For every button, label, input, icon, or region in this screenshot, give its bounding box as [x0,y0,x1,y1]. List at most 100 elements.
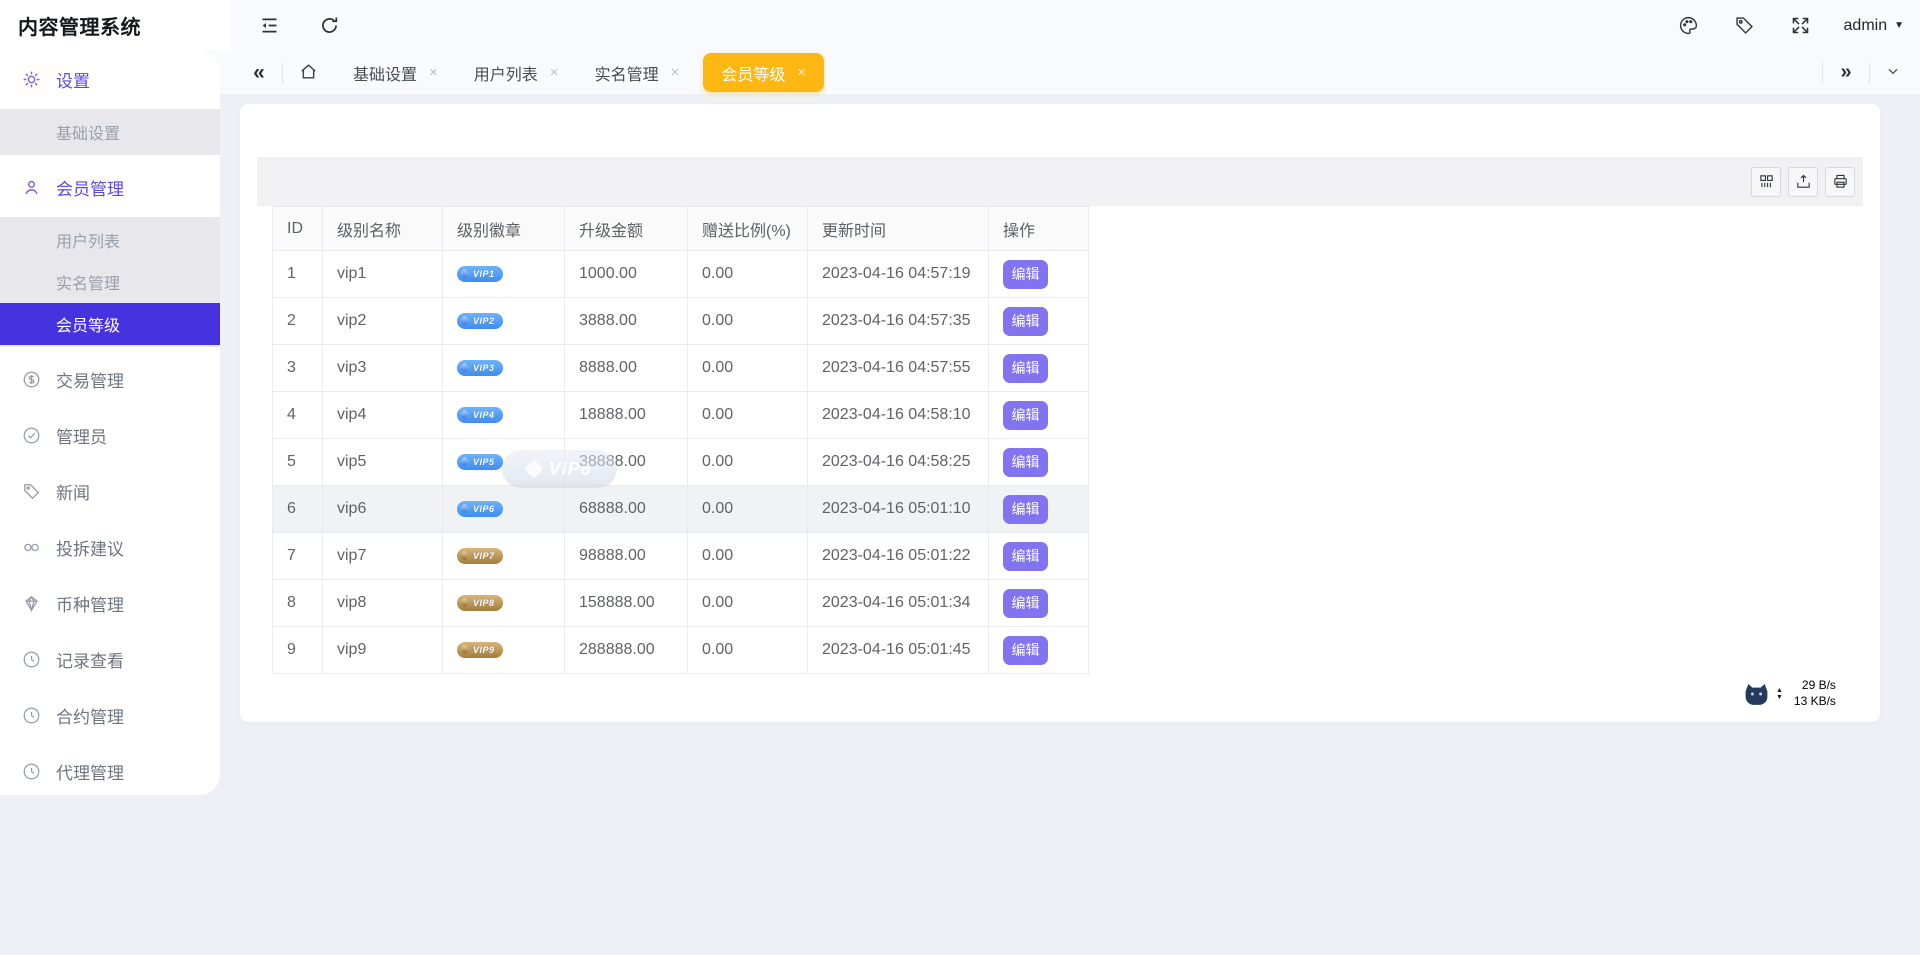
tab[interactable]: 基础设置 × [335,51,456,94]
cell-action: 编辑 [989,627,1089,674]
tab-close-icon[interactable]: × [671,64,680,81]
sidebar-group[interactable]: 记录查看 [0,639,220,679]
sidebar-group[interactable]: 新闻 [0,471,220,511]
cell-id: 5 [273,439,323,486]
table-row: 6 vip6 VIP6 68888.00 0.00 2023-04-16 05:… [273,486,1089,533]
palette-icon[interactable] [1676,13,1702,39]
clock-icon [22,650,41,669]
cell-level-name: vip9 [323,627,443,674]
sidebar-subitem[interactable]: 实名管理 [0,261,220,303]
tab-label: 基础设置 [353,61,417,85]
table-row: 1 vip1 VIP1 1000.00 0.00 2023-04-16 04:5… [273,251,1089,298]
cell-action: 编辑 [989,298,1089,345]
cell-update-time: 2023-04-16 04:58:25 [808,439,989,486]
vip-badge-label: VIP1 [473,269,495,279]
edit-button[interactable]: 编辑 [1003,448,1048,477]
cell-badge: VIP4 [443,392,565,439]
network-speeds: 29 B/s 13 KB/s [1788,678,1836,709]
edit-button[interactable]: 编辑 [1003,542,1048,571]
edit-button[interactable]: 编辑 [1003,401,1048,430]
cell-badge: VIP3 [443,345,565,392]
app-title-area: 内容管理系统 [0,0,230,51]
upload-speed: 29 B/s [1802,678,1836,692]
sidebar-group[interactable]: 交易管理 [0,359,220,399]
cell-update-time: 2023-04-16 05:01:45 [808,627,989,674]
sidebar-group[interactable]: 代理管理 [0,751,220,791]
cell-bonus-ratio: 0.00 [688,345,808,392]
cell-badge: VIP9 [443,627,565,674]
cell-update-time: 2023-04-16 05:01:22 [808,533,989,580]
columns-button[interactable] [1751,167,1781,197]
edit-button[interactable]: 编辑 [1003,260,1048,289]
sidebar-group[interactable]: 币种管理 [0,583,220,623]
cell-bonus-ratio: 0.00 [688,392,808,439]
user-icon [22,178,41,197]
table-row: 5 vip5 VIP5 38888.00 0.00 2023-04-16 04:… [273,439,1089,486]
sidebar-group[interactable]: 设置 [0,59,220,99]
cat-icon [1742,682,1771,706]
cell-level-name: vip2 [323,298,443,345]
edit-button[interactable]: 编辑 [1003,636,1048,665]
sidebar-subitem[interactable]: 基础设置 [0,111,220,153]
cell-badge: VIP5 [443,439,565,486]
edit-button[interactable]: 编辑 [1003,495,1048,524]
sidebar-subitem[interactable]: 会员等级 [0,303,220,345]
fullscreen-icon[interactable] [1788,13,1814,39]
vip-badge: VIP5 [457,454,503,470]
tabs-scroll-left-button[interactable]: « [242,51,276,94]
cell-bonus-ratio: 0.00 [688,627,808,674]
sidebar: 设置 基础设置 会员管理 用户列表实名管理会员等级 交易管理 管理员 新闻 投拆… [0,51,220,795]
refresh-icon[interactable] [316,13,342,39]
sidebar-subitem[interactable]: 用户列表 [0,219,220,261]
column-header: 操作 [989,207,1089,251]
table-toolbar [257,157,1863,206]
cell-id: 8 [273,580,323,627]
table-row: 8 vip8 VIP8 158888.00 0.00 2023-04-16 05… [273,580,1089,627]
tabbar: « 基础设置 × 用户列表 × 实名管理 × 会员等级 × » [220,51,1920,94]
tab[interactable]: 用户列表 × [456,51,577,94]
tab-options-button[interactable] [1876,51,1910,94]
topbar-right-icons [1676,13,1814,39]
print-button[interactable] [1825,167,1855,197]
tabs: 基础设置 × 用户列表 × 实名管理 × 会员等级 × [335,51,824,94]
cell-action: 编辑 [989,439,1089,486]
cell-upgrade-amount: 8888.00 [565,345,688,392]
cell-bonus-ratio: 0.00 [688,298,808,345]
tab-close-icon[interactable]: × [550,64,559,81]
column-header: 更新时间 [808,207,989,251]
sidebar-group-label: 设置 [56,67,90,92]
sidebar-group[interactable]: 管理员 [0,415,220,455]
cell-level-name: vip7 [323,533,443,580]
sidebar-group[interactable]: 投拆建议 [0,527,220,567]
content-card: ID级别名称级别徽章升级金额赠送比例(%)更新时间操作 1 vip1 VIP1 … [240,104,1880,722]
edit-button[interactable]: 编辑 [1003,307,1048,336]
vip-badge-label: VIP9 [473,645,495,655]
diamond-icon [459,456,469,466]
vip-badge: VIP3 [457,360,503,376]
tab-close-icon[interactable]: × [797,64,806,81]
column-header: 赠送比例(%) [688,207,808,251]
cell-badge: VIP6 [443,486,565,533]
download-speed: 13 KB/s [1794,694,1836,708]
cell-upgrade-amount: 38888.00 [565,439,688,486]
sidebar-group[interactable]: 会员管理 [0,167,220,207]
tab-close-icon[interactable]: × [429,64,438,81]
tab[interactable]: 实名管理 × [577,51,698,94]
tag-icon[interactable] [1732,13,1758,39]
home-tab-button[interactable] [289,51,327,94]
diamond-icon [459,362,469,372]
tab[interactable]: 会员等级 × [703,53,824,92]
sidebar-group[interactable]: 合约管理 [0,695,220,735]
divider [1869,62,1870,84]
export-button[interactable] [1788,167,1818,197]
cell-update-time: 2023-04-16 04:57:55 [808,345,989,392]
edit-button[interactable]: 编辑 [1003,354,1048,383]
edit-button[interactable]: 编辑 [1003,589,1048,618]
vip-badge: VIP9 [457,642,503,658]
tabs-scroll-right-button[interactable]: » [1829,51,1863,94]
fold-menu-icon[interactable] [256,13,282,39]
cell-id: 9 [273,627,323,674]
gem-icon [22,594,41,613]
user-menu[interactable]: admin ▼ [1844,17,1904,35]
link-icon [22,538,41,557]
